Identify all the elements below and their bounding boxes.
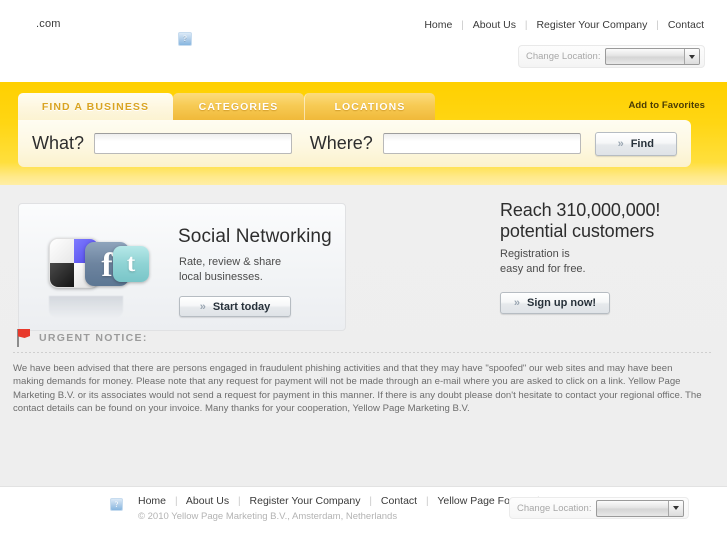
copyright-text: © 2010 Yellow Page Marketing B.V., Amste… xyxy=(138,511,398,522)
social-icons-group: f t xyxy=(47,232,149,298)
footer-navigation: Home | About Us | Register Your Company … xyxy=(138,495,546,507)
social-card-subtitle-line1: Rate, review & share xyxy=(179,256,282,268)
sign-up-now-button[interactable]: » Sign up now! xyxy=(500,292,610,314)
tab-locations[interactable]: LOCATIONS xyxy=(304,93,435,120)
page-root: .com ? Home | About Us | Register Your C… xyxy=(0,0,727,546)
urgent-notice-title: URGENT NOTICE: xyxy=(39,332,148,344)
facebook-glyph: f xyxy=(101,246,113,284)
footer-separator: | xyxy=(369,496,372,507)
footer-link-about-us[interactable]: About Us xyxy=(186,495,229,507)
twitter-glyph: t xyxy=(126,250,136,277)
footer-separator: | xyxy=(238,496,241,507)
social-card-subtitle-line2: local businesses. xyxy=(179,271,263,283)
double-chevron-icon: » xyxy=(513,297,520,309)
main-content: f t Social Networking Rate, review & sha… xyxy=(0,185,727,486)
footer-change-location-label: Change Location: xyxy=(517,502,592,514)
broken-image-icon: ? xyxy=(178,32,192,46)
what-label: What? xyxy=(32,133,85,153)
location-select[interactable] xyxy=(605,48,700,65)
footer-change-location: Change Location: xyxy=(509,497,689,519)
footer-link-home[interactable]: Home xyxy=(138,495,166,507)
search-tabs: FIND A BUSINESS CATEGORIES LOCATIONS xyxy=(18,93,435,120)
registration-promo: Reach 310,000,000! potential customers R… xyxy=(500,200,715,314)
footer-link-register-your-company[interactable]: Register Your Company xyxy=(250,495,361,507)
nav-separator: | xyxy=(524,20,528,31)
start-today-button[interactable]: » Start today xyxy=(179,296,291,317)
find-button-label: Find xyxy=(630,137,654,150)
add-to-favorites-link[interactable]: Add to Favorites xyxy=(628,100,705,111)
site-header: .com ? Home | About Us | Register Your C… xyxy=(0,0,727,82)
logo-text: .com xyxy=(36,18,61,30)
twitter-icon: t xyxy=(113,246,149,282)
urgent-notice-body: We have been advised that there are pers… xyxy=(13,363,702,415)
footer-separator: | xyxy=(426,496,429,507)
tab-label: FIND A BUSINESS xyxy=(41,100,150,113)
tab-find-a-business[interactable]: FIND A BUSINESS xyxy=(18,93,173,120)
tab-categories[interactable]: CATEGORIES xyxy=(173,93,304,120)
search-band: FIND A BUSINESS CATEGORIES LOCATIONS Add… xyxy=(0,82,727,185)
header-change-location: Change Location: xyxy=(518,45,705,68)
footer-broken-image-glyph: ? xyxy=(114,499,119,509)
sign-up-now-label: Sign up now! xyxy=(527,297,597,309)
find-button[interactable]: » Find xyxy=(594,131,677,156)
footer-location-select[interactable] xyxy=(596,499,684,517)
urgent-notice-divider xyxy=(13,352,713,353)
site-logo[interactable]: .com xyxy=(36,18,61,30)
nav-separator: | xyxy=(461,20,464,31)
change-location-label: Change Location: xyxy=(526,51,601,62)
promo-subtitle-line1: Registration is xyxy=(500,248,570,260)
footer-location-select-value xyxy=(597,501,668,516)
urgent-notice-header: URGENT NOTICE: xyxy=(13,327,713,349)
promo-title: Reach 310,000,000! potential customers xyxy=(500,200,715,242)
promo-subtitle-line2: easy and for free. xyxy=(500,263,586,275)
footer-separator: | xyxy=(174,496,178,507)
tab-label: CATEGORIES xyxy=(198,100,279,113)
social-networking-card: f t Social Networking Rate, review & sha… xyxy=(18,203,346,331)
nav-link-about-us[interactable]: About Us xyxy=(472,19,517,31)
icons-reflection xyxy=(49,296,123,318)
urgent-notice: URGENT NOTICE: We have been advised that… xyxy=(13,327,713,416)
broken-image-glyph: ? xyxy=(183,34,187,43)
nav-separator: | xyxy=(656,20,659,31)
where-label: Where? xyxy=(309,133,373,153)
search-form: What? Where? » Find xyxy=(18,120,691,167)
promo-subtitle: Registration is easy and for free. xyxy=(500,247,715,277)
primary-navigation: Home | About Us | Register Your Company … xyxy=(423,19,705,31)
nav-link-home[interactable]: Home xyxy=(423,19,453,31)
location-select-value xyxy=(606,49,684,64)
chevron-down-icon[interactable] xyxy=(668,500,683,516)
nav-link-contact[interactable]: Contact xyxy=(667,19,705,31)
nav-link-register-your-company[interactable]: Register Your Company xyxy=(535,19,648,31)
promo-title-line1: Reach 310,000,000! xyxy=(500,200,661,220)
what-input[interactable] xyxy=(94,133,292,154)
double-chevron-icon: » xyxy=(617,137,624,150)
social-card-subtitle: Rate, review & share local businesses. xyxy=(179,255,281,285)
double-chevron-icon: » xyxy=(199,300,206,313)
site-footer: ? Home | About Us | Register Your Compan… xyxy=(0,486,727,546)
promo-title-line2: potential customers xyxy=(500,221,655,241)
where-input[interactable] xyxy=(382,133,581,154)
footer-link-contact[interactable]: Contact xyxy=(381,495,417,507)
red-flag-icon xyxy=(13,328,31,348)
chevron-down-icon[interactable] xyxy=(684,49,699,64)
social-card-title: Social Networking xyxy=(178,226,332,247)
tab-label: LOCATIONS xyxy=(334,100,406,113)
footer-broken-image-icon: ? xyxy=(110,498,123,511)
start-today-label: Start today xyxy=(212,300,271,313)
